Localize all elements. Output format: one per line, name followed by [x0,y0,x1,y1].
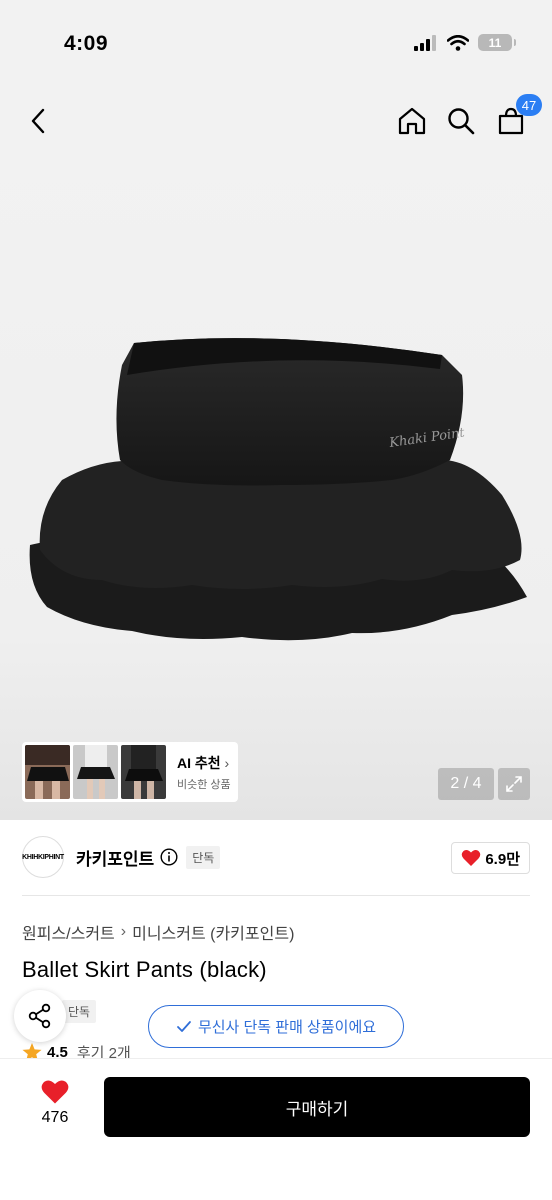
ai-recommend-strip[interactable]: AI 추천 › 비슷한 상품 [22,742,238,802]
bottom-action-bar: 476 구매하기 [0,1058,552,1200]
wifi-icon [447,34,469,51]
chevron-right-icon: › [120,923,127,940]
chevron-left-icon [31,108,45,134]
brand-logo[interactable]: KHIHKIPHINT [22,836,64,878]
expand-image-button[interactable] [498,768,530,800]
breadcrumb: 원피스/스커트 › 미니스커트 (카키포인트) [22,920,294,944]
product-image: Khaki Point [29,338,527,641]
info-icon[interactable] [160,848,178,866]
home-button[interactable] [395,104,429,138]
ai-recommend-label[interactable]: AI 추천 › 비슷한 상품 [177,753,231,792]
recommend-thumbnail[interactable] [25,745,70,799]
recommend-thumbnail[interactable] [121,745,166,799]
brand-name[interactable]: 카키포인트 [76,845,154,870]
gallery-page-indicator: 2 / 4 [438,768,494,800]
brand-exclusive-tag: 단독 [186,845,221,869]
exclusive-notice: 무신사 단독 판매 상품이에요 [148,1005,404,1048]
chevron-right-icon: › [224,754,230,771]
expand-icon [506,776,522,792]
product-exclusive-tag: 단독 [62,1000,97,1023]
share-button[interactable] [14,990,66,1042]
brand-like-count: 6.9만 [485,850,520,868]
ai-recommend-subtitle: 비슷한 상품 [177,778,231,791]
top-nav: 47 [0,90,552,154]
status-time: 4:09 [64,32,109,55]
brand-row[interactable]: KHIHKIPHINT 카키포인트 단독 6.9만 [22,834,530,880]
search-icon [448,108,475,135]
wishlist-button[interactable]: 476 [30,1079,80,1127]
back-button[interactable] [22,104,56,138]
status-icons: 11 [414,34,516,51]
cart-count-badge: 47 [516,94,542,116]
recommend-thumbnail[interactable] [73,745,118,799]
signal-icon [414,34,436,51]
ai-recommend-title: AI 추천 [177,754,221,771]
battery-icon: 11 [478,34,516,51]
status-bar: 4:09 11 [0,0,552,90]
heart-icon [462,850,481,866]
product-gallery[interactable]: 47 Khaki Point AI 추천 › 비슷한 상품 2 / 4 [0,90,552,820]
check-icon [177,1020,191,1032]
breadcrumb-subcategory[interactable]: 미니스커트 (카키포인트) [132,920,294,944]
home-icon [398,107,426,135]
wishlist-count: 476 [41,1109,69,1126]
divider [22,895,530,896]
breadcrumb-category[interactable]: 원피스/스커트 [22,920,115,944]
search-button[interactable] [444,104,478,138]
brand-like-button[interactable]: 6.9만 [451,842,530,874]
heart-icon [41,1080,69,1104]
buy-button[interactable]: 구매하기 [104,1077,530,1137]
cart-button[interactable]: 47 [494,94,542,138]
exclusive-notice-text: 무신사 단독 판매 상품이에요 [197,1019,377,1036]
share-icon [28,1003,51,1029]
product-title: Ballet Skirt Pants (black) [22,957,267,982]
